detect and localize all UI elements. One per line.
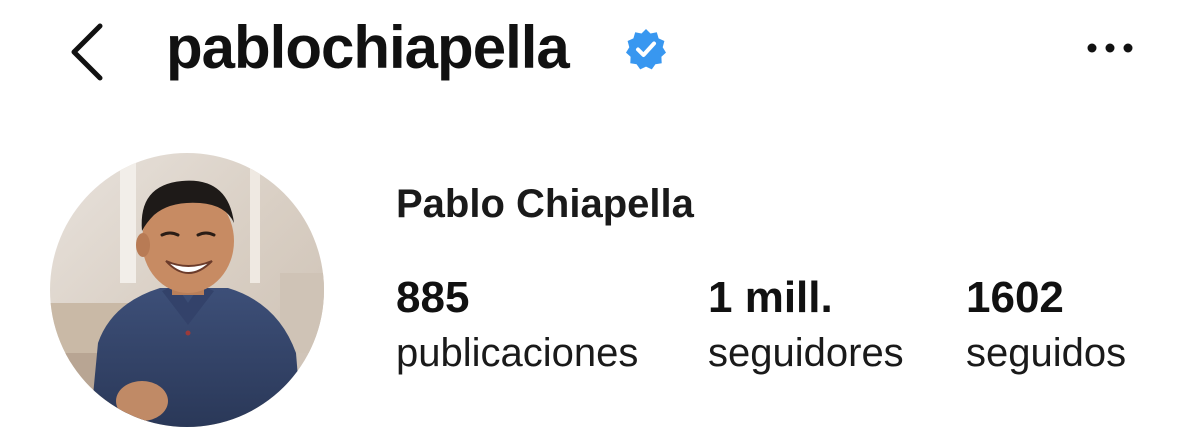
stat-posts[interactable]: 885 publicaciones (396, 272, 638, 378)
stat-posts-label: publicaciones (396, 331, 639, 375)
profile-username: pablochiapella (166, 14, 570, 81)
stat-followers-label: seguidores (708, 331, 904, 375)
back-button[interactable] (62, 20, 118, 84)
verified-badge-icon (624, 27, 668, 71)
profile-avatar[interactable] (50, 153, 324, 427)
stat-following-label: seguidos (966, 331, 1127, 375)
more-options-button[interactable] (1078, 28, 1142, 68)
stat-followers-value: 1 mill. (708, 273, 833, 322)
stat-following[interactable]: 1602 seguidos (966, 272, 1126, 378)
stat-posts-value: 885 (396, 273, 470, 322)
profile-full-name: Pablo Chiapella (396, 182, 694, 226)
stat-following-value: 1602 (966, 273, 1064, 322)
more-horizontal-icon (1078, 43, 1142, 72)
stat-followers[interactable]: 1 mill. seguidores (708, 272, 904, 378)
chevron-left-icon (62, 20, 118, 84)
